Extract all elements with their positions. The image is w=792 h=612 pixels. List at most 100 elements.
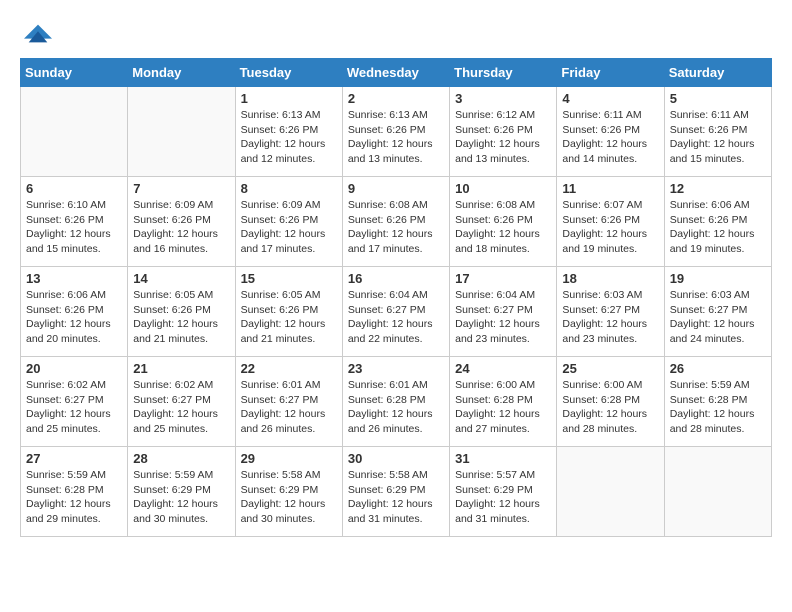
day-number: 6 xyxy=(26,181,122,196)
week-row-4: 20 Sunrise: 6:02 AMSunset: 6:27 PMDayligh… xyxy=(21,357,772,447)
day-info: Sunrise: 6:11 AMSunset: 6:26 PMDaylight:… xyxy=(670,108,766,167)
calendar-cell: 20 Sunrise: 6:02 AMSunset: 6:27 PMDayligh… xyxy=(21,357,128,447)
calendar-table: SundayMondayTuesdayWednesdayThursdayFrid… xyxy=(20,58,772,537)
week-row-3: 13 Sunrise: 6:06 AMSunset: 6:26 PMDayligh… xyxy=(21,267,772,357)
day-number: 24 xyxy=(455,361,551,376)
calendar-cell: 2 Sunrise: 6:13 AMSunset: 6:26 PMDaylight… xyxy=(342,87,449,177)
day-info: Sunrise: 6:03 AMSunset: 6:27 PMDaylight:… xyxy=(562,288,658,347)
calendar-cell xyxy=(557,447,664,537)
day-number: 30 xyxy=(348,451,444,466)
calendar-cell: 26Sunrise: 5:59 AMSunset: 6:28 PMDayligh… xyxy=(664,357,771,447)
day-info: Sunrise: 6:04 AMSunset: 6:27 PMDaylight:… xyxy=(455,288,551,347)
day-number: 11 xyxy=(562,181,658,196)
day-info: Sunrise: 6:00 AMSunset: 6:28 PMDaylight:… xyxy=(562,378,658,437)
day-number: 5 xyxy=(670,91,766,106)
calendar-cell: 15 Sunrise: 6:05 AMSunset: 6:26 PMDayligh… xyxy=(235,267,342,357)
day-info: Sunrise: 6:06 AMSunset: 6:26 PMDaylight:… xyxy=(670,198,766,257)
day-info: Sunrise: 5:59 AMSunset: 6:29 PMDaylight:… xyxy=(133,468,229,527)
day-info: Sunrise: 6:09 AMSunset: 6:26 PMDaylight:… xyxy=(241,198,337,257)
day-info: Sunrise: 6:01 AMSunset: 6:28 PMDaylight:… xyxy=(348,378,444,437)
calendar-cell: 23 Sunrise: 6:01 AMSunset: 6:28 PMDayligh… xyxy=(342,357,449,447)
calendar-cell: 27 Sunrise: 5:59 AMSunset: 6:28 PMDayligh… xyxy=(21,447,128,537)
header-cell-friday: Friday xyxy=(557,59,664,87)
calendar-cell: 12 Sunrise: 6:06 AMSunset: 6:26 PMDayligh… xyxy=(664,177,771,267)
calendar-cell: 4Sunrise: 6:11 AMSunset: 6:26 PMDaylight… xyxy=(557,87,664,177)
day-info: Sunrise: 6:08 AMSunset: 6:26 PMDaylight:… xyxy=(455,198,551,257)
day-number: 28 xyxy=(133,451,229,466)
day-info: Sunrise: 6:02 AMSunset: 6:27 PMDaylight:… xyxy=(133,378,229,437)
day-info: Sunrise: 6:13 AMSunset: 6:26 PMDaylight:… xyxy=(348,108,444,167)
day-number: 18 xyxy=(562,271,658,286)
week-row-1: 1 Sunrise: 6:13 AMSunset: 6:26 PMDaylight… xyxy=(21,87,772,177)
day-info: Sunrise: 6:02 AMSunset: 6:27 PMDaylight:… xyxy=(26,378,122,437)
header-cell-tuesday: Tuesday xyxy=(235,59,342,87)
day-info: Sunrise: 6:09 AMSunset: 6:26 PMDaylight:… xyxy=(133,198,229,257)
day-info: Sunrise: 5:59 AMSunset: 6:28 PMDaylight:… xyxy=(26,468,122,527)
day-info: Sunrise: 6:01 AMSunset: 6:27 PMDaylight:… xyxy=(241,378,337,437)
day-info: Sunrise: 5:58 AMSunset: 6:29 PMDaylight:… xyxy=(348,468,444,527)
header-cell-sunday: Sunday xyxy=(21,59,128,87)
calendar-cell: 5 Sunrise: 6:11 AMSunset: 6:26 PMDaylight… xyxy=(664,87,771,177)
day-number: 21 xyxy=(133,361,229,376)
calendar-cell: 17 Sunrise: 6:04 AMSunset: 6:27 PMDayligh… xyxy=(450,267,557,357)
header-cell-thursday: Thursday xyxy=(450,59,557,87)
day-number: 23 xyxy=(348,361,444,376)
calendar-cell: 19Sunrise: 6:03 AMSunset: 6:27 PMDayligh… xyxy=(664,267,771,357)
header-row: SundayMondayTuesdayWednesdayThursdayFrid… xyxy=(21,59,772,87)
day-number: 16 xyxy=(348,271,444,286)
day-number: 10 xyxy=(455,181,551,196)
day-number: 1 xyxy=(241,91,337,106)
day-info: Sunrise: 6:07 AMSunset: 6:26 PMDaylight:… xyxy=(562,198,658,257)
day-info: Sunrise: 6:13 AMSunset: 6:26 PMDaylight:… xyxy=(241,108,337,167)
calendar-cell: 31Sunrise: 5:57 AMSunset: 6:29 PMDayligh… xyxy=(450,447,557,537)
logo xyxy=(20,20,52,48)
day-number: 14 xyxy=(133,271,229,286)
calendar-cell: 22 Sunrise: 6:01 AMSunset: 6:27 PMDayligh… xyxy=(235,357,342,447)
day-number: 13 xyxy=(26,271,122,286)
day-number: 3 xyxy=(455,91,551,106)
day-info: Sunrise: 6:10 AMSunset: 6:26 PMDaylight:… xyxy=(26,198,122,257)
week-row-5: 27 Sunrise: 5:59 AMSunset: 6:28 PMDayligh… xyxy=(21,447,772,537)
day-info: Sunrise: 6:05 AMSunset: 6:26 PMDaylight:… xyxy=(133,288,229,347)
calendar-cell: 21 Sunrise: 6:02 AMSunset: 6:27 PMDayligh… xyxy=(128,357,235,447)
calendar-cell: 1 Sunrise: 6:13 AMSunset: 6:26 PMDaylight… xyxy=(235,87,342,177)
calendar-cell xyxy=(21,87,128,177)
calendar-cell xyxy=(664,447,771,537)
day-number: 29 xyxy=(241,451,337,466)
calendar-cell: 14 Sunrise: 6:05 AMSunset: 6:26 PMDayligh… xyxy=(128,267,235,357)
day-info: Sunrise: 6:06 AMSunset: 6:26 PMDaylight:… xyxy=(26,288,122,347)
day-number: 20 xyxy=(26,361,122,376)
calendar-header: SundayMondayTuesdayWednesdayThursdayFrid… xyxy=(21,59,772,87)
header-cell-saturday: Saturday xyxy=(664,59,771,87)
calendar-cell: 6 Sunrise: 6:10 AMSunset: 6:26 PMDaylight… xyxy=(21,177,128,267)
calendar-cell: 9Sunrise: 6:08 AMSunset: 6:26 PMDaylight… xyxy=(342,177,449,267)
calendar-cell: 16 Sunrise: 6:04 AMSunset: 6:27 PMDayligh… xyxy=(342,267,449,357)
calendar-body: 1 Sunrise: 6:13 AMSunset: 6:26 PMDaylight… xyxy=(21,87,772,537)
day-info: Sunrise: 5:57 AMSunset: 6:29 PMDaylight:… xyxy=(455,468,551,527)
calendar-cell: 24Sunrise: 6:00 AMSunset: 6:28 PMDayligh… xyxy=(450,357,557,447)
day-info: Sunrise: 6:04 AMSunset: 6:27 PMDaylight:… xyxy=(348,288,444,347)
day-info: Sunrise: 6:03 AMSunset: 6:27 PMDaylight:… xyxy=(670,288,766,347)
day-number: 9 xyxy=(348,181,444,196)
header-cell-wednesday: Wednesday xyxy=(342,59,449,87)
day-number: 2 xyxy=(348,91,444,106)
page-header xyxy=(20,20,772,48)
calendar-cell: 10 Sunrise: 6:08 AMSunset: 6:26 PMDayligh… xyxy=(450,177,557,267)
day-info: Sunrise: 6:12 AMSunset: 6:26 PMDaylight:… xyxy=(455,108,551,167)
day-number: 12 xyxy=(670,181,766,196)
day-number: 22 xyxy=(241,361,337,376)
day-info: Sunrise: 5:58 AMSunset: 6:29 PMDaylight:… xyxy=(241,468,337,527)
day-number: 17 xyxy=(455,271,551,286)
week-row-2: 6 Sunrise: 6:10 AMSunset: 6:26 PMDaylight… xyxy=(21,177,772,267)
calendar-cell: 25Sunrise: 6:00 AMSunset: 6:28 PMDayligh… xyxy=(557,357,664,447)
calendar-cell xyxy=(128,87,235,177)
calendar-cell: 30 Sunrise: 5:58 AMSunset: 6:29 PMDayligh… xyxy=(342,447,449,537)
calendar-cell: 7Sunrise: 6:09 AMSunset: 6:26 PMDaylight… xyxy=(128,177,235,267)
day-number: 15 xyxy=(241,271,337,286)
logo-icon xyxy=(24,20,52,48)
day-number: 4 xyxy=(562,91,658,106)
day-info: Sunrise: 6:05 AMSunset: 6:26 PMDaylight:… xyxy=(241,288,337,347)
calendar-cell: 3 Sunrise: 6:12 AMSunset: 6:26 PMDaylight… xyxy=(450,87,557,177)
day-number: 27 xyxy=(26,451,122,466)
day-number: 8 xyxy=(241,181,337,196)
